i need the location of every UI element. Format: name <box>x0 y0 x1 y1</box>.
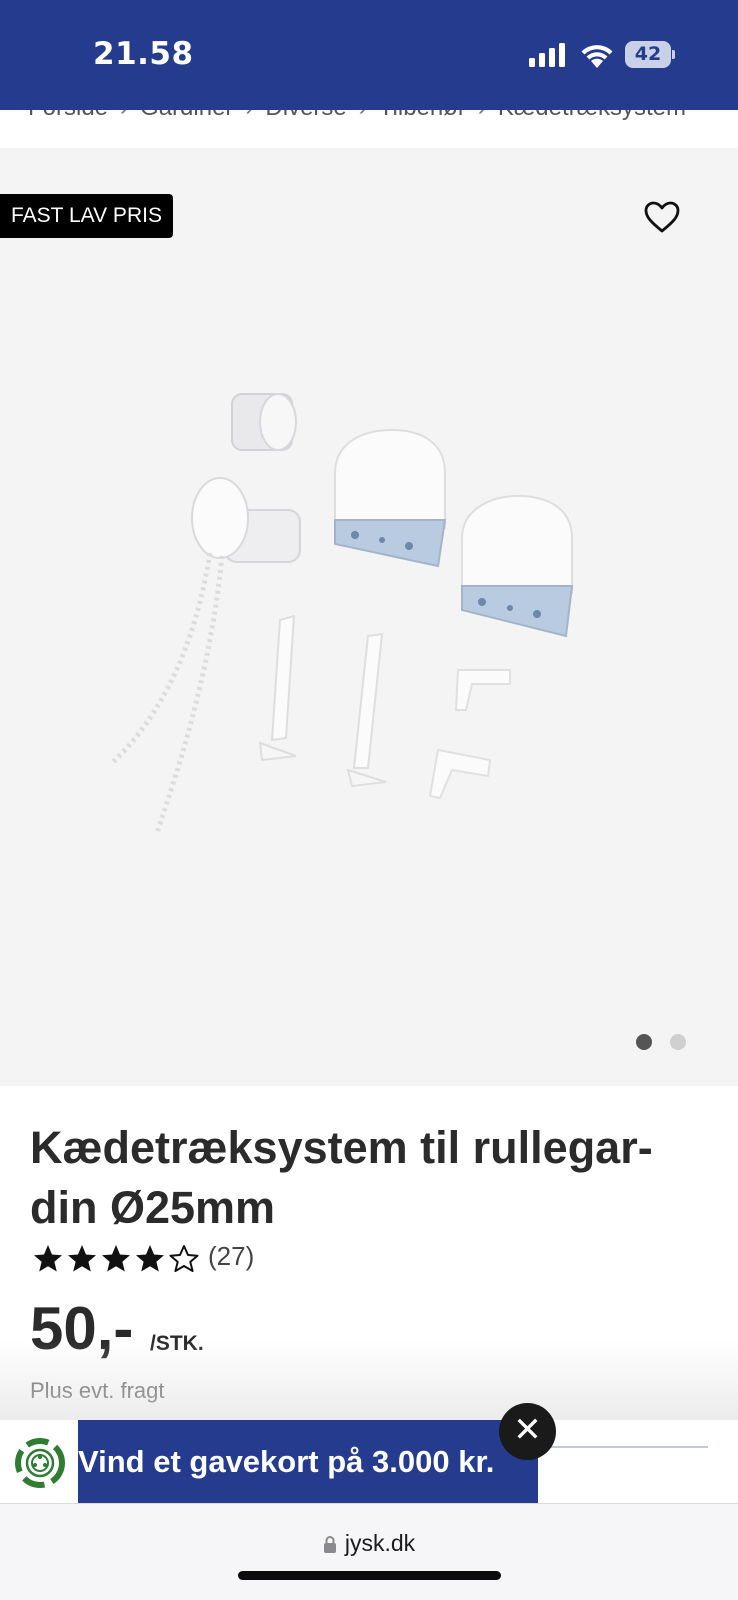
breadcrumb-separator: › <box>478 110 486 121</box>
bracket-right-part <box>461 494 574 638</box>
clip-parts <box>258 614 511 800</box>
lock-icon <box>323 1536 336 1553</box>
promo-icon-box[interactable] <box>0 1424 80 1503</box>
promo-close-button[interactable]: ✕ <box>499 1403 556 1460</box>
breadcrumb-trail: Forside › Gardiner › Diverse › Tilbehør › Kædetr… <box>28 110 698 122</box>
status-time: 21.58 <box>93 36 194 72</box>
breadcrumb-item-tilbehor[interactable]: Tilbehør <box>379 110 466 121</box>
review-count[interactable]: (27) <box>208 1241 254 1272</box>
product-title: Kædetræksystem til rullegar- din Ø25mm <box>30 1118 720 1238</box>
recycle-badge-icon <box>15 1438 65 1488</box>
breadcrumb-separator: › <box>245 110 253 121</box>
browser-address-bar[interactable]: jysk.dk <box>0 1503 738 1600</box>
promo-banner[interactable]: Vind et gavekort på 3.000 kr. <box>78 1420 538 1503</box>
product-image-gallery[interactable]: FAST LAV PRIS <box>0 148 738 1086</box>
star-rating-icon <box>34 1245 199 1272</box>
product-price: 50,- <box>30 1295 134 1362</box>
shipping-note: Plus evt. fragt <box>30 1378 165 1403</box>
battery-indicator: 42 <box>625 41 675 68</box>
breadcrumb-item-current: Kædetræksystem <box>498 110 686 121</box>
chain-unit-part <box>110 477 301 834</box>
url-text: jysk.dk <box>344 1530 416 1556</box>
gallery-dot-1[interactable] <box>636 1034 652 1050</box>
product-title-line-2: din Ø25mm <box>30 1182 276 1233</box>
battery-cap <box>672 50 675 59</box>
gallery-pagination <box>636 1034 696 1050</box>
breadcrumb-item-gardiner[interactable]: Gardiner <box>140 110 233 121</box>
breadcrumb-item-diverse[interactable]: Diverse <box>265 110 346 121</box>
cellular-signal-icon <box>529 43 565 67</box>
product-photo-chain-system-parts <box>110 393 574 834</box>
bracket-left-part <box>334 428 447 568</box>
breadcrumb: Forside › Gardiner › Diverse › Tilbehør › Kædetr… <box>0 110 738 148</box>
home-indicator[interactable] <box>238 1571 501 1580</box>
breadcrumb-separator: › <box>120 110 128 121</box>
price-unit: /STK. <box>150 1332 204 1355</box>
fast-lav-pris-badge: FAST LAV PRIS <box>0 194 173 238</box>
breadcrumb-item-forside[interactable]: Forside <box>28 110 108 121</box>
end-cap-part <box>231 393 297 451</box>
product-title-line-1: Kædetræksystem til rullegar- <box>30 1122 653 1173</box>
status-bar: 21.58 42 <box>0 0 738 110</box>
wifi-icon <box>581 45 613 68</box>
battery-level: 42 <box>625 41 671 68</box>
gallery-dot-2[interactable] <box>670 1034 686 1050</box>
url-display[interactable]: jysk.dk <box>0 1530 738 1557</box>
breadcrumb-separator: › <box>359 110 367 121</box>
heart-outline-icon[interactable] <box>643 200 681 234</box>
